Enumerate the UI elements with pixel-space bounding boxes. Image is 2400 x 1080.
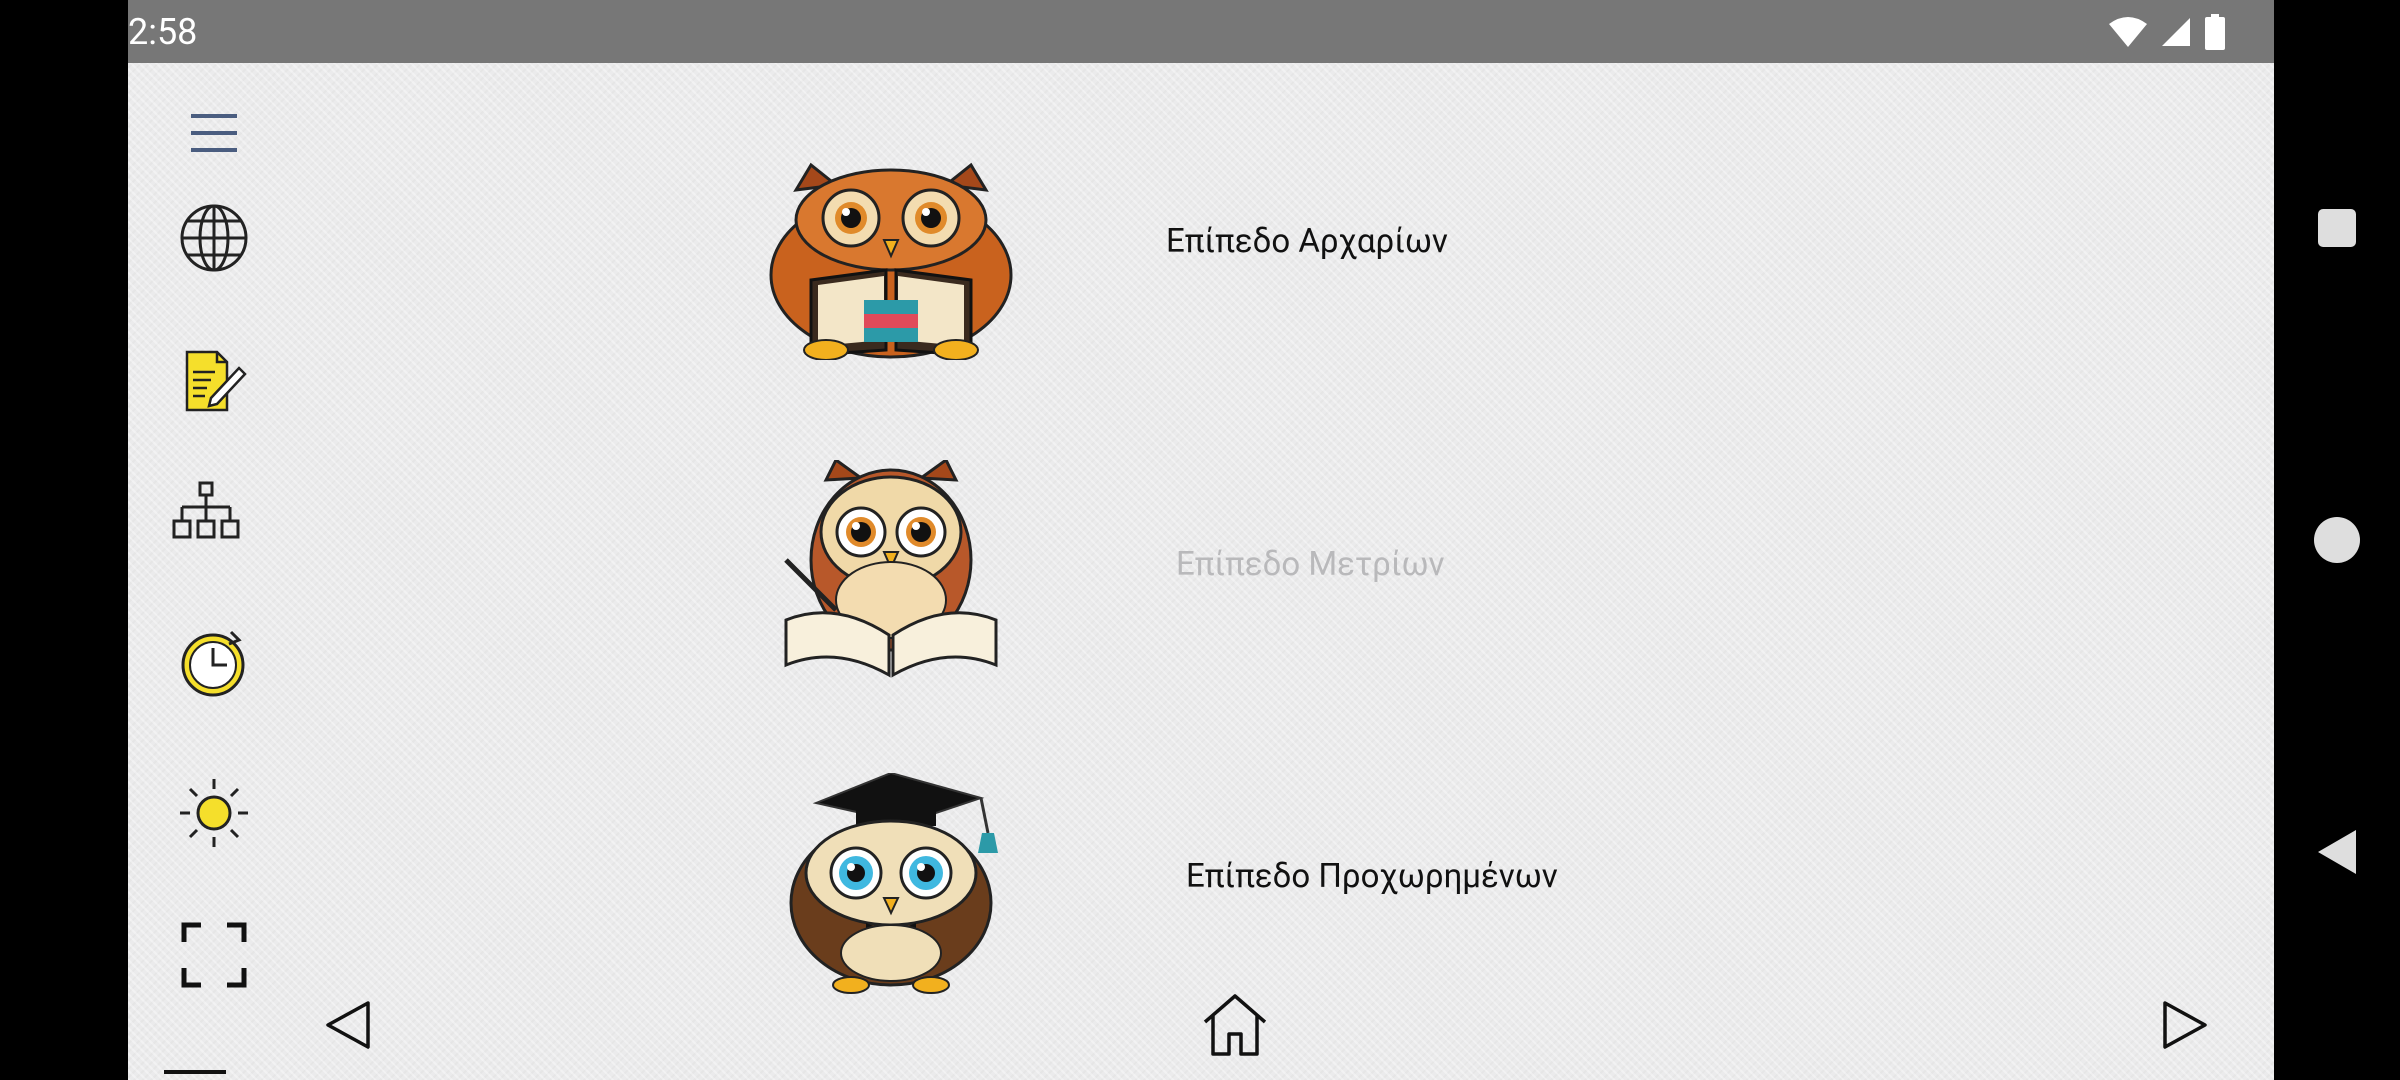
level-label-advanced: Επίπεδο Προχωρημένων: [1186, 857, 1558, 896]
partial-sidebar-icon: [164, 1070, 226, 1080]
status-time: 2:58: [128, 11, 198, 53]
square-icon: [2318, 209, 2356, 247]
next-button[interactable]: [2140, 980, 2230, 1070]
home-system-button[interactable]: [2274, 500, 2400, 580]
battery-icon: [2205, 14, 2225, 50]
circle-icon: [2314, 517, 2360, 563]
level-label-intermediate: Επίπεδο Μετρίων: [1176, 545, 1445, 584]
home-icon: [1203, 994, 1267, 1056]
status-bar: 2:58: [128, 0, 2274, 63]
triangle-right-icon: [2163, 1001, 2207, 1049]
wifi-icon: [2109, 17, 2147, 47]
owl-writing-image: [784, 460, 998, 678]
back-triangle-icon: [2318, 830, 2356, 874]
level-item-beginner[interactable]: Επίπεδο Αρχαρίων: [128, 140, 2274, 400]
app-screen: 2:58 Επίπεδο Αρχαρίων Επίπεδο Μετρίων Επ…: [128, 0, 2274, 1080]
previous-button[interactable]: [303, 980, 393, 1070]
bottom-navigation: [128, 970, 2274, 1080]
home-button[interactable]: [1190, 980, 1280, 1070]
level-label-beginner: Επίπεδο Αρχαρίων: [1166, 222, 1448, 261]
status-icons: [2108, 14, 2226, 50]
owl-graduate-image: [789, 773, 998, 994]
recents-button[interactable]: [2274, 188, 2400, 268]
owl-reading-image: [769, 162, 1013, 360]
level-item-intermediate[interactable]: Επίπεδο Μετρίων: [128, 455, 2274, 715]
back-system-button[interactable]: [2274, 812, 2400, 892]
triangle-left-icon: [326, 1001, 370, 1049]
cell-signal-icon: [2162, 18, 2190, 46]
system-navigation-bar: [2274, 0, 2400, 1080]
